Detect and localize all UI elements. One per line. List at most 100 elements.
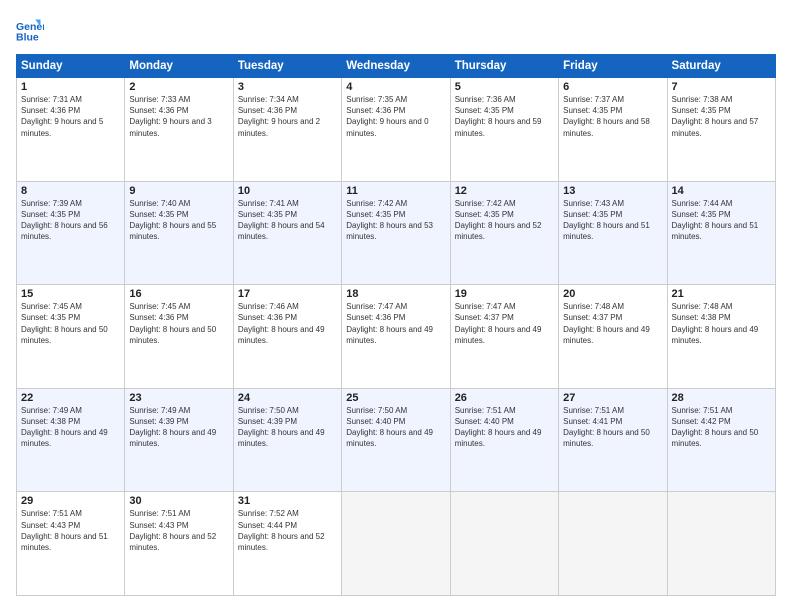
table-row: 22 Sunrise: 7:49 AM Sunset: 4:38 PM Dayl… xyxy=(17,388,125,492)
sunset-label: Sunset: 4:41 PM xyxy=(563,417,622,426)
daylight-label: Daylight: 8 hours and 50 minutes. xyxy=(672,428,759,448)
sunrise-label: Sunrise: 7:50 AM xyxy=(346,406,407,415)
calendar-week-1: 1 Sunrise: 7:31 AM Sunset: 4:36 PM Dayli… xyxy=(17,78,776,182)
table-row: 26 Sunrise: 7:51 AM Sunset: 4:40 PM Dayl… xyxy=(450,388,558,492)
sunset-label: Sunset: 4:37 PM xyxy=(455,313,514,322)
sunrise-label: Sunrise: 7:48 AM xyxy=(672,302,733,311)
sunrise-label: Sunrise: 7:49 AM xyxy=(129,406,190,415)
day-number: 20 xyxy=(563,288,662,300)
day-info: Sunrise: 7:50 AM Sunset: 4:40 PM Dayligh… xyxy=(346,405,445,450)
day-info: Sunrise: 7:37 AM Sunset: 4:35 PM Dayligh… xyxy=(563,94,662,139)
sunrise-label: Sunrise: 7:49 AM xyxy=(21,406,82,415)
calendar-week-2: 8 Sunrise: 7:39 AM Sunset: 4:35 PM Dayli… xyxy=(17,181,776,285)
sunrise-label: Sunrise: 7:51 AM xyxy=(563,406,624,415)
daylight-label: Daylight: 8 hours and 51 minutes. xyxy=(21,532,108,552)
sunrise-label: Sunrise: 7:51 AM xyxy=(455,406,516,415)
sunrise-label: Sunrise: 7:42 AM xyxy=(455,199,516,208)
day-number: 5 xyxy=(455,81,554,93)
day-number: 12 xyxy=(455,185,554,197)
day-info: Sunrise: 7:49 AM Sunset: 4:39 PM Dayligh… xyxy=(129,405,228,450)
daylight-label: Daylight: 8 hours and 49 minutes. xyxy=(346,428,433,448)
daylight-label: Daylight: 8 hours and 52 minutes. xyxy=(455,221,542,241)
day-info: Sunrise: 7:47 AM Sunset: 4:36 PM Dayligh… xyxy=(346,301,445,346)
sunset-label: Sunset: 4:35 PM xyxy=(238,210,297,219)
table-row: 18 Sunrise: 7:47 AM Sunset: 4:36 PM Dayl… xyxy=(342,285,450,389)
sunset-label: Sunset: 4:43 PM xyxy=(21,521,80,530)
daylight-label: Daylight: 8 hours and 49 minutes. xyxy=(238,325,325,345)
table-row: 3 Sunrise: 7:34 AM Sunset: 4:36 PM Dayli… xyxy=(233,78,341,182)
sunset-label: Sunset: 4:35 PM xyxy=(563,106,622,115)
day-number: 3 xyxy=(238,81,337,93)
table-row: 31 Sunrise: 7:52 AM Sunset: 4:44 PM Dayl… xyxy=(233,492,341,596)
day-number: 11 xyxy=(346,185,445,197)
daylight-label: Daylight: 8 hours and 55 minutes. xyxy=(129,221,216,241)
daylight-label: Daylight: 8 hours and 52 minutes. xyxy=(238,532,325,552)
daylight-label: Daylight: 8 hours and 50 minutes. xyxy=(129,325,216,345)
table-row xyxy=(450,492,558,596)
day-info: Sunrise: 7:47 AM Sunset: 4:37 PM Dayligh… xyxy=(455,301,554,346)
day-info: Sunrise: 7:46 AM Sunset: 4:36 PM Dayligh… xyxy=(238,301,337,346)
table-row: 14 Sunrise: 7:44 AM Sunset: 4:35 PM Dayl… xyxy=(667,181,775,285)
daylight-label: Daylight: 8 hours and 53 minutes. xyxy=(346,221,433,241)
day-info: Sunrise: 7:51 AM Sunset: 4:42 PM Dayligh… xyxy=(672,405,771,450)
daylight-label: Daylight: 8 hours and 50 minutes. xyxy=(21,325,108,345)
daylight-label: Daylight: 8 hours and 58 minutes. xyxy=(563,117,650,137)
logo: General Blue xyxy=(16,16,48,44)
sunset-label: Sunset: 4:36 PM xyxy=(129,106,188,115)
day-info: Sunrise: 7:39 AM Sunset: 4:35 PM Dayligh… xyxy=(21,198,120,243)
day-number: 7 xyxy=(672,81,771,93)
table-row: 10 Sunrise: 7:41 AM Sunset: 4:35 PM Dayl… xyxy=(233,181,341,285)
day-info: Sunrise: 7:45 AM Sunset: 4:35 PM Dayligh… xyxy=(21,301,120,346)
sunset-label: Sunset: 4:36 PM xyxy=(346,106,405,115)
daylight-label: Daylight: 8 hours and 49 minutes. xyxy=(672,325,759,345)
sunset-label: Sunset: 4:36 PM xyxy=(346,313,405,322)
table-row: 1 Sunrise: 7:31 AM Sunset: 4:36 PM Dayli… xyxy=(17,78,125,182)
table-row: 5 Sunrise: 7:36 AM Sunset: 4:35 PM Dayli… xyxy=(450,78,558,182)
day-number: 13 xyxy=(563,185,662,197)
day-info: Sunrise: 7:45 AM Sunset: 4:36 PM Dayligh… xyxy=(129,301,228,346)
daylight-label: Daylight: 8 hours and 57 minutes. xyxy=(672,117,759,137)
col-monday: Monday xyxy=(125,55,233,78)
sunset-label: Sunset: 4:43 PM xyxy=(129,521,188,530)
daylight-label: Daylight: 8 hours and 52 minutes. xyxy=(129,532,216,552)
sunrise-label: Sunrise: 7:38 AM xyxy=(672,95,733,104)
day-info: Sunrise: 7:43 AM Sunset: 4:35 PM Dayligh… xyxy=(563,198,662,243)
day-number: 15 xyxy=(21,288,120,300)
col-saturday: Saturday xyxy=(667,55,775,78)
sunset-label: Sunset: 4:40 PM xyxy=(346,417,405,426)
table-row: 28 Sunrise: 7:51 AM Sunset: 4:42 PM Dayl… xyxy=(667,388,775,492)
sunrise-label: Sunrise: 7:34 AM xyxy=(238,95,299,104)
sunrise-label: Sunrise: 7:47 AM xyxy=(346,302,407,311)
sunrise-label: Sunrise: 7:43 AM xyxy=(563,199,624,208)
page: General Blue Sunday Monday Tuesday Wedne… xyxy=(0,0,792,612)
sunset-label: Sunset: 4:40 PM xyxy=(455,417,514,426)
day-info: Sunrise: 7:51 AM Sunset: 4:41 PM Dayligh… xyxy=(563,405,662,450)
sunset-label: Sunset: 4:38 PM xyxy=(672,313,731,322)
sunset-label: Sunset: 4:35 PM xyxy=(346,210,405,219)
day-number: 21 xyxy=(672,288,771,300)
day-info: Sunrise: 7:38 AM Sunset: 4:35 PM Dayligh… xyxy=(672,94,771,139)
day-info: Sunrise: 7:51 AM Sunset: 4:43 PM Dayligh… xyxy=(129,508,228,553)
table-row: 13 Sunrise: 7:43 AM Sunset: 4:35 PM Dayl… xyxy=(559,181,667,285)
daylight-label: Daylight: 8 hours and 49 minutes. xyxy=(129,428,216,448)
table-row: 30 Sunrise: 7:51 AM Sunset: 4:43 PM Dayl… xyxy=(125,492,233,596)
day-number: 17 xyxy=(238,288,337,300)
day-number: 9 xyxy=(129,185,228,197)
col-tuesday: Tuesday xyxy=(233,55,341,78)
daylight-label: Daylight: 8 hours and 49 minutes. xyxy=(455,325,542,345)
day-number: 1 xyxy=(21,81,120,93)
table-row: 8 Sunrise: 7:39 AM Sunset: 4:35 PM Dayli… xyxy=(17,181,125,285)
day-info: Sunrise: 7:44 AM Sunset: 4:35 PM Dayligh… xyxy=(672,198,771,243)
sunset-label: Sunset: 4:37 PM xyxy=(563,313,622,322)
sunrise-label: Sunrise: 7:45 AM xyxy=(21,302,82,311)
daylight-label: Daylight: 9 hours and 2 minutes. xyxy=(238,117,320,137)
col-friday: Friday xyxy=(559,55,667,78)
day-info: Sunrise: 7:51 AM Sunset: 4:43 PM Dayligh… xyxy=(21,508,120,553)
calendar-week-5: 29 Sunrise: 7:51 AM Sunset: 4:43 PM Dayl… xyxy=(17,492,776,596)
sunset-label: Sunset: 4:36 PM xyxy=(238,106,297,115)
day-number: 28 xyxy=(672,392,771,404)
day-info: Sunrise: 7:42 AM Sunset: 4:35 PM Dayligh… xyxy=(455,198,554,243)
sunrise-label: Sunrise: 7:51 AM xyxy=(21,509,82,518)
day-info: Sunrise: 7:49 AM Sunset: 4:38 PM Dayligh… xyxy=(21,405,120,450)
day-number: 30 xyxy=(129,495,228,507)
